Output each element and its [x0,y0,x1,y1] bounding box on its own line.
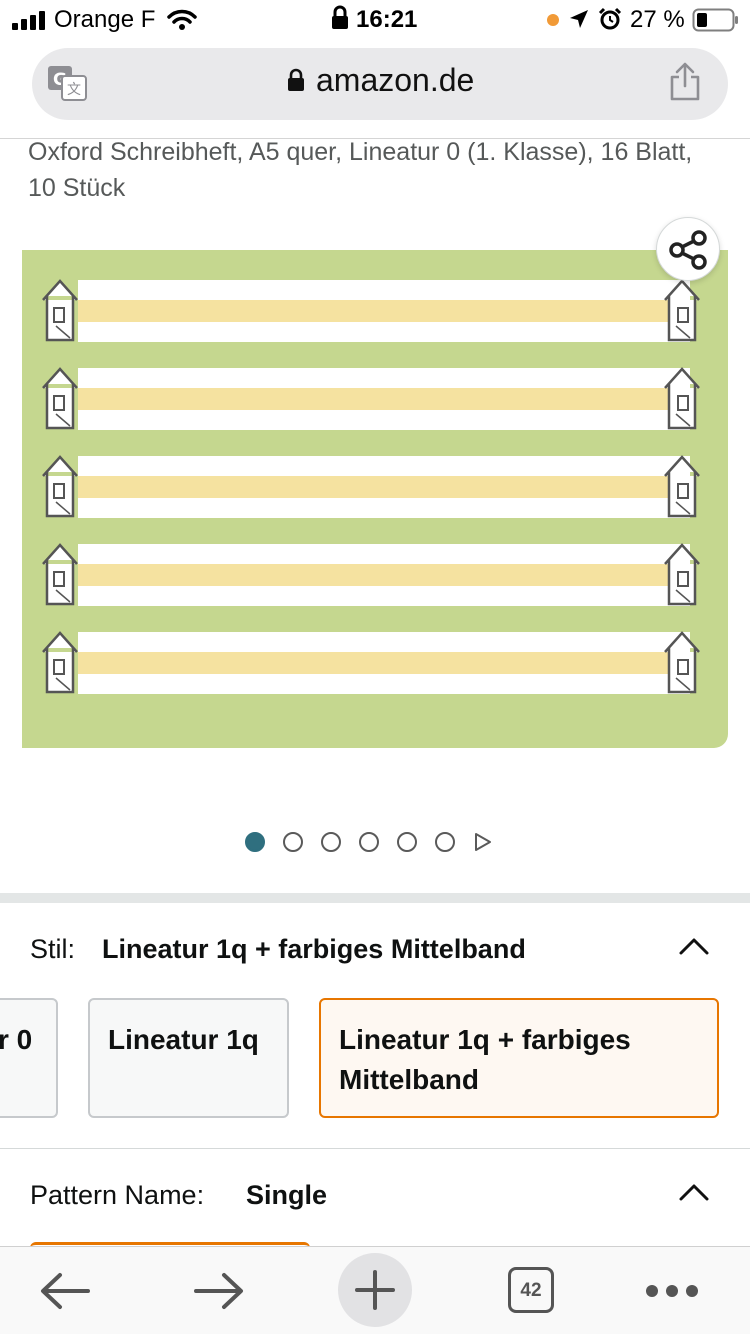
carousel-dot[interactable] [397,832,417,852]
image-share-button[interactable] [656,217,720,281]
style-option-label: r 0 [0,1024,33,1055]
style-option-lineatur-1q-mittelband[interactable]: Lineatur 1q + farbiges Mittelband [319,998,719,1118]
house-icon [664,631,700,694]
middle-band [78,300,690,322]
lock-icon [287,68,305,97]
alarm-icon [598,7,622,30]
line-row [78,632,690,694]
address-bar[interactable]: G 文 amazon.de [32,48,728,120]
status-bar: Orange F 16:21 27 % [0,0,750,40]
style-option-lineatur-0[interactable]: r 0 [0,998,58,1118]
battery-percent: 27 % [630,6,685,33]
svg-text:文: 文 [67,82,81,98]
back-arrow-icon[interactable] [38,1271,92,1311]
product-image[interactable] [22,250,728,748]
carousel-dot[interactable] [245,832,265,852]
middle-band [78,652,690,674]
battery-icon [692,8,738,32]
recording-dot-icon [547,14,559,26]
style-option-label: Lineatur 1q [108,1024,259,1055]
house-icon [42,543,78,606]
line-row [78,368,690,430]
new-tab-button[interactable] [338,1253,412,1327]
play-video-icon[interactable] [473,832,493,852]
pattern-variation-header[interactable]: Pattern Name: Single [30,1176,720,1216]
tabs-button[interactable]: 42 [508,1267,554,1313]
line-row [78,544,690,606]
forward-arrow-icon[interactable] [192,1271,246,1311]
carousel-dot[interactable] [283,832,303,852]
house-icon [42,631,78,694]
style-option-label: Lineatur 1q + farbiges Mittelband [339,1024,631,1095]
wifi-icon [167,9,197,30]
product-title[interactable]: Oxford Schreibheft, A5 quer, Lineatur 0 … [28,134,718,206]
house-icon [42,455,78,518]
house-icon [664,279,700,342]
signal-icon [12,11,45,30]
location-arrow-icon [570,10,588,28]
middle-band [78,564,690,586]
house-icon [664,367,700,430]
line-row [78,280,690,342]
house-icon [42,367,78,430]
row-divider [0,1148,750,1149]
carousel-dot[interactable] [359,832,379,852]
share-nodes-icon [669,230,707,270]
carrier-name: Orange F [54,6,156,33]
more-options-icon[interactable] [644,1283,700,1299]
chevron-up-icon[interactable] [678,1182,710,1202]
pattern-label: Pattern Name: [30,1180,205,1210]
carousel-dot[interactable] [435,832,455,852]
style-option-lineatur-1q[interactable]: Lineatur 1q [88,998,289,1118]
plus-icon [355,1270,395,1310]
url-text[interactable]: amazon.de [316,62,474,99]
middle-band [78,388,690,410]
style-selected-value: Lineatur 1q + farbiges Mittelband [102,934,526,964]
browser-toolbar: 42 [0,1246,750,1334]
pattern-selected-value: Single [246,1180,328,1210]
clock: 16:21 [356,6,418,33]
line-row [78,456,690,518]
tabs-count: 42 [520,1280,542,1301]
translate-icon[interactable]: G 文 [46,64,90,109]
house-icon [42,279,78,342]
house-icon [664,455,700,518]
lock-status-icon [332,5,348,29]
section-divider [0,893,750,903]
house-icon [664,543,700,606]
carousel-dot[interactable] [321,832,341,852]
middle-band [78,476,690,498]
style-label: Stil: [30,934,76,964]
share-icon[interactable] [668,62,702,107]
chevron-up-icon[interactable] [678,936,710,956]
style-variation-header[interactable]: Stil: Lineatur 1q + farbiges Mittelband [30,930,720,970]
